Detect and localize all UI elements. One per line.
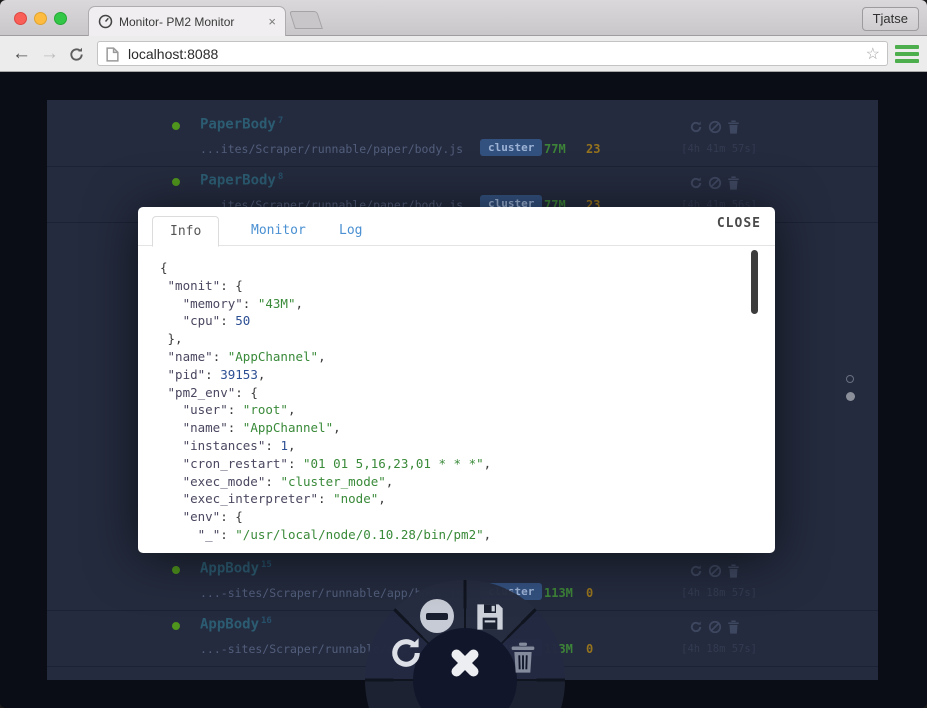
json-line: "name": "AppChannel", [182,420,341,436]
process-path: ...ites/Scraper/runnable/paper/body.js [200,142,464,156]
restart-count: 0 [586,642,594,656]
status-online-icon [172,566,180,574]
trash-icon[interactable] [727,620,741,634]
stop-icon[interactable] [420,599,454,633]
json-line: "exec_mode": "cluster_mode", [182,473,394,489]
json-line: "exec_interpreter": "node", [182,491,386,507]
pagination-dot-active[interactable] [846,392,855,401]
tab-strip: Monitor- PM2 Monitor × Tjatse [0,0,927,36]
json-line: "pm2_env": { [167,384,258,400]
process-name: PaperBody 8 [200,172,284,189]
uptime: [4h 41m 57s] [681,143,757,155]
modal-header: Info Monitor Log CLOSE [138,207,775,247]
trash-icon[interactable] [727,564,741,578]
json-line: "cron_restart": "01 01 5,16,23,01 * * *"… [182,455,492,471]
json-line: "name": "AppChannel", [167,348,326,364]
tab-title: Monitor- PM2 Monitor [119,15,235,29]
row-actions [689,176,741,190]
page-icon [106,47,119,62]
modal-scrollbar-thumb[interactable] [751,250,758,314]
uptime: [4h 18m 57s] [681,643,757,655]
chrome-menu-icon[interactable] [895,45,919,63]
process-json-viewer[interactable]: { "monit": { "memory": "43M", "cpu": 50 … [138,247,775,553]
process-index: 16 [261,616,272,626]
reload-button[interactable] [68,46,85,63]
process-name: PaperBody 7 [200,116,284,133]
browser-chrome: Monitor- PM2 Monitor × Tjatse ← → localh… [0,0,927,72]
stop-icon[interactable] [708,620,722,634]
close-icon[interactable] [447,645,483,681]
url-text[interactable]: localhost:8088 [128,46,218,62]
modal-close-button[interactable]: CLOSE [717,216,761,231]
refresh-icon[interactable] [689,176,703,190]
stop-icon[interactable] [708,176,722,190]
browser-tab[interactable]: Monitor- PM2 Monitor × [88,6,286,36]
process-row[interactable]: PaperBody 7 ...ites/Scraper/runnable/pape… [47,112,878,167]
status-online-icon [172,178,180,186]
trash-icon[interactable] [727,176,741,190]
profile-button[interactable]: Tjatse [861,7,919,31]
json-line: { [160,260,168,275]
back-button[interactable]: ← [12,43,31,65]
restart-count: 0 [586,586,594,600]
process-index: 7 [277,116,284,126]
row-actions [689,120,741,134]
pm2-monitor-page: PaperBody 7 ...ites/Scraper/runnable/pape… [0,72,927,708]
modal-tab-info[interactable]: Info [152,216,220,247]
process-index: 15 [261,560,272,570]
tab-close-icon[interactable]: × [268,14,276,29]
status-online-icon [172,622,180,630]
trash-icon[interactable] [727,120,741,134]
refresh-icon[interactable] [689,620,703,634]
json-line: "memory": "43M", [182,295,304,311]
json-line: "user": "root", [182,402,296,418]
trash-icon[interactable] [509,642,537,674]
process-name: AppBody 15 [200,560,272,577]
uptime: [4h 18m 57s] [681,587,757,599]
close-window-button[interactable] [14,12,27,25]
zoom-window-button[interactable] [54,12,67,25]
modal-tab-log[interactable]: Log [322,216,379,247]
json-line: "cpu": 50 [182,313,251,329]
process-index: 8 [277,172,284,182]
new-tab-button[interactable] [289,11,323,29]
address-bar[interactable]: localhost:8088 ☆ [97,41,888,66]
gauge-icon [98,14,113,29]
process-info-modal: Info Monitor Log CLOSE { "monit": { "memor… [138,207,775,553]
process-name: AppBody 16 [200,616,272,633]
browser-toolbar: ← → localhost:8088 ☆ [0,36,927,72]
restart-count: 23 [586,142,601,156]
minimize-window-button[interactable] [34,12,47,25]
json-line: "instances": 1, [182,437,296,453]
refresh-icon[interactable] [689,564,703,578]
json-line: "env": { [182,509,243,525]
refresh-icon[interactable] [689,120,703,134]
row-actions [689,620,741,634]
json-line: "pid": 39153, [167,366,266,382]
status-online-icon [172,122,180,130]
modal-tab-monitor[interactable]: Monitor [234,216,323,247]
mode-badge: cluster [480,139,543,156]
json-line: "monit": { [167,277,243,293]
save-icon[interactable] [474,601,506,633]
stop-icon[interactable] [708,120,722,134]
browser-window: Monitor- PM2 Monitor × Tjatse ← → localh… [0,0,927,708]
row-actions [689,564,741,578]
json-line: "_": "/usr/local/node/0.10.28/bin/pm2", [197,526,492,542]
memory-value: 77M [544,142,566,156]
memory-value: 113M [544,586,573,600]
json-line: }, [160,331,183,347]
pagination-dot-inactive[interactable] [846,375,854,383]
bookmark-star-icon[interactable]: ☆ [866,44,880,64]
refresh-icon[interactable] [388,635,424,671]
forward-button[interactable]: → [40,43,59,65]
stop-icon[interactable] [708,564,722,578]
